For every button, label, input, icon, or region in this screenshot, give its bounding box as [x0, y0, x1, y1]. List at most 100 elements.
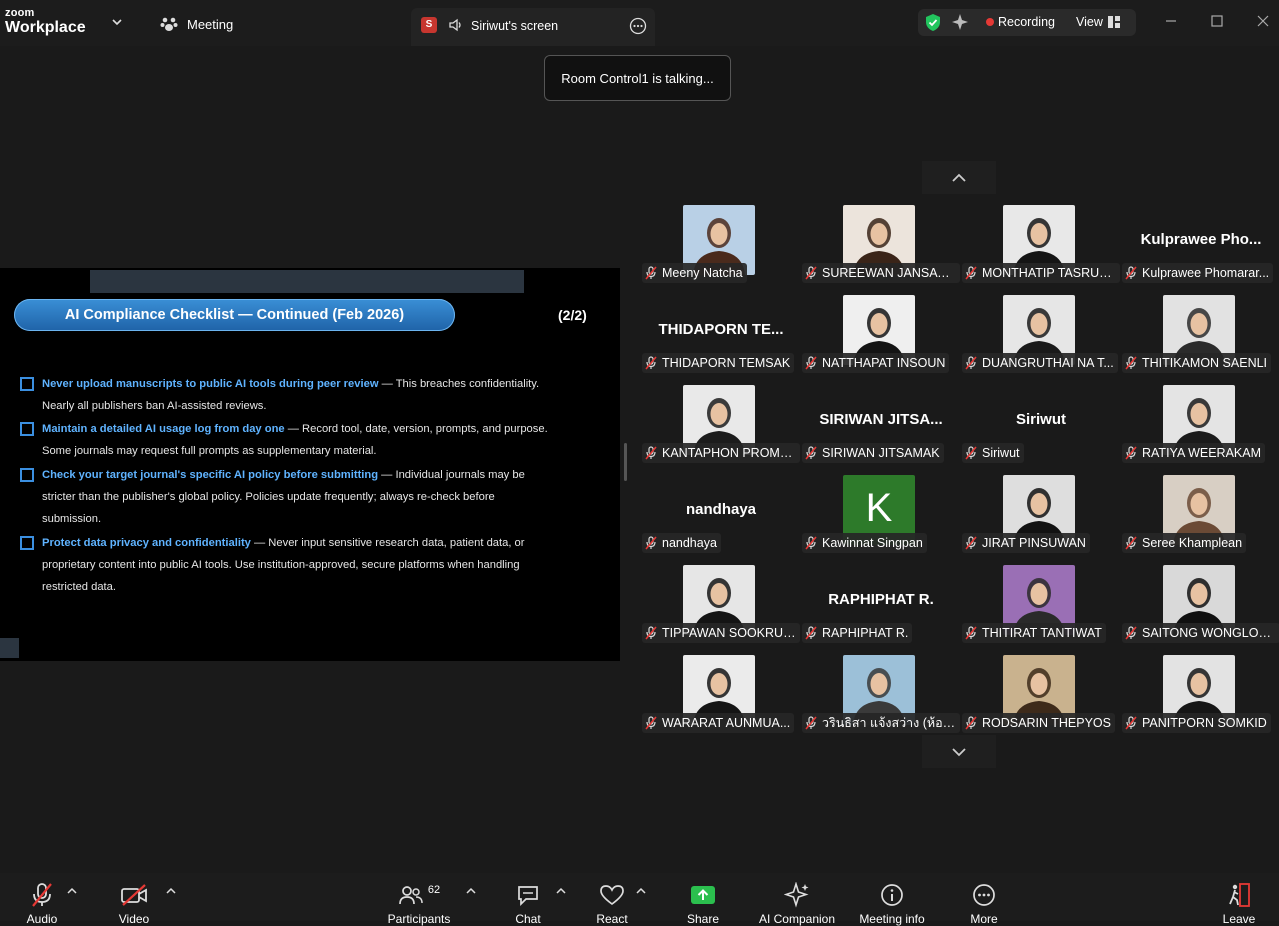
participant-tile[interactable]: THIDAPORN TE... THIDAPORN TEMSAK	[642, 295, 800, 377]
mic-muted-icon	[645, 536, 657, 550]
close-icon[interactable]	[1256, 14, 1270, 28]
chevron-down-icon[interactable]	[110, 15, 124, 29]
view-button[interactable]: View	[1076, 15, 1103, 29]
more-icon	[973, 884, 995, 906]
audio-label: Audio	[26, 912, 58, 926]
participant-tile[interactable]: MONTHATIP TASRUK...	[962, 205, 1120, 287]
participant-name-tag: THITIKAMON SAENLI	[1122, 353, 1272, 373]
participant-name-tag: PANITPORN SOMKID	[1122, 713, 1271, 733]
participant-name: NATTHAPAT INSOUN	[822, 356, 946, 370]
item-text: restricted data.	[42, 581, 116, 593]
participant-name: Kulprawee Phomarar...	[1142, 266, 1270, 280]
participant-name-tag: Siriwut	[962, 443, 1024, 463]
participant-name: THITIRAT TANTIWAT	[982, 626, 1102, 640]
share-button[interactable]: Share	[683, 881, 723, 926]
participant-tile[interactable]: THITIKAMON SAENLI	[1122, 295, 1279, 377]
participant-name-tag: SAITONG WONGLOD...	[1122, 623, 1279, 643]
participant-tile[interactable]: SIRIWAN JITSA... SIRIWAN JITSAMAK	[802, 385, 960, 467]
chevron-up-icon[interactable]	[466, 887, 476, 895]
maximize-icon[interactable]	[1210, 14, 1224, 28]
participant-name: nandhaya	[662, 536, 717, 550]
item-text: Nearly all publishers ban AI-assisted re…	[42, 400, 267, 412]
status-group: Recording View	[918, 9, 1136, 36]
video-button[interactable]: Video	[114, 881, 154, 926]
participant-tile[interactable]: PANITPORN SOMKID	[1122, 655, 1279, 737]
view-grid-icon[interactable]	[1108, 16, 1120, 28]
mic-muted-icon	[32, 883, 52, 907]
minimize-icon[interactable]	[1164, 14, 1178, 28]
audio-button[interactable]: Audio	[22, 881, 62, 926]
item-text: — Never input sensitive research data, p…	[250, 537, 525, 549]
chevron-up-icon[interactable]	[67, 887, 77, 895]
participant-tile[interactable]: nandhaya nandhaya	[642, 475, 800, 557]
mic-muted-icon	[805, 536, 817, 550]
participant-name-tag: SIRIWAN JITSAMAK	[802, 443, 944, 463]
checkbox-icon	[20, 377, 34, 391]
participant-display-name: Siriwut	[1015, 411, 1066, 428]
participant-tile[interactable]: JIRAT PINSUWAN	[962, 475, 1120, 557]
slide-title: AI Compliance Checklist — Continued (Feb…	[14, 299, 455, 331]
chat-icon	[518, 886, 538, 907]
shield-check-icon[interactable]	[924, 13, 942, 32]
participant-tile[interactable]: RODSARIN THEPYOS	[962, 655, 1120, 737]
participant-name-tag: SUREEWAN JANSAW...	[802, 263, 960, 283]
participant-tile[interactable]: NATTHAPAT INSOUN	[802, 295, 960, 377]
shared-screen[interactable]: AI Compliance Checklist — Continued (Feb…	[0, 268, 620, 661]
recording-label[interactable]: Recording	[998, 15, 1055, 29]
participant-tile[interactable]: Meeny Natcha	[642, 205, 800, 287]
participant-name-tag: Kulprawee Phomarar...	[1122, 263, 1274, 283]
participant-tile[interactable]: RATIYA WEERAKAM	[1122, 385, 1279, 467]
leave-label: Leave	[1222, 912, 1256, 926]
tab-shared-screen[interactable]: S Siriwut's screen	[411, 8, 655, 46]
mic-muted-icon	[1125, 446, 1137, 460]
mic-muted-icon	[805, 356, 817, 370]
participant-tile[interactable]: RAPHIPHAT R. RAPHIPHAT R.	[802, 565, 960, 647]
ai-sparkle-icon[interactable]	[951, 13, 969, 31]
participant-tile[interactable]: SUREEWAN JANSAW...	[802, 205, 960, 287]
participant-name: Seree Khamplean	[1142, 536, 1243, 550]
participant-tile[interactable]: THITIRAT TANTIWAT	[962, 565, 1120, 647]
participant-tile[interactable]: Seree Khamplean	[1122, 475, 1279, 557]
participant-tile[interactable]: Siriwut Siriwut	[962, 385, 1120, 467]
chevron-up-icon[interactable]	[636, 887, 646, 895]
checkbox-icon	[20, 536, 34, 550]
mic-muted-icon	[805, 626, 817, 640]
item-heading: Protect data privacy and confidentiality	[42, 537, 251, 549]
participant-display-name: Kulprawee Pho...	[1140, 231, 1262, 248]
gallery-prev-button[interactable]	[922, 161, 996, 194]
participant-tile[interactable]: SAITONG WONGLOD...	[1122, 565, 1279, 647]
participant-tile[interactable]: K Kawinnat Singpan	[802, 475, 960, 557]
item-heading: Never upload manuscripts to public AI to…	[42, 378, 379, 390]
chat-button[interactable]: Chat	[508, 881, 548, 926]
participant-tile[interactable]: KANTAPHON PROMK...	[642, 385, 800, 467]
participant-tile[interactable]: Kulprawee Pho... Kulprawee Phomarar...	[1122, 205, 1279, 287]
ai-companion-button[interactable]: AI Companion	[757, 881, 837, 926]
resize-handle[interactable]	[624, 443, 627, 481]
gallery-next-button[interactable]	[922, 735, 996, 768]
meeting-info-button[interactable]: Meeting info	[857, 881, 927, 926]
more-options-icon[interactable]	[629, 17, 647, 35]
participant-name-tag: NATTHAPAT INSOUN	[802, 353, 950, 373]
checklist-item: Check your target journal's specific AI …	[20, 464, 595, 530]
chevron-up-icon[interactable]	[166, 887, 176, 895]
mic-muted-icon	[645, 446, 657, 460]
mic-muted-icon	[965, 716, 977, 730]
participant-name: RODSARIN THEPYOS	[982, 716, 1111, 730]
participant-tile[interactable]: WARARAT AUNMUA...	[642, 655, 800, 737]
participants-button[interactable]: 62 Participants	[384, 881, 454, 926]
react-button[interactable]: React	[592, 881, 632, 926]
leave-button[interactable]: Leave	[1219, 881, 1259, 926]
item-text: Some journals may request full prompts a…	[42, 445, 377, 457]
chevron-up-icon[interactable]	[556, 887, 566, 895]
participant-tile[interactable]: วรินธิสา แจ้งสว่าง (ห้องส...	[802, 655, 960, 737]
ai-companion-label: AI Companion	[758, 912, 836, 926]
participant-tile[interactable]: DUANGRUTHAI NA T...	[962, 295, 1120, 377]
meeting-info-label: Meeting info	[859, 912, 925, 926]
item-heading: Check your target journal's specific AI …	[42, 469, 379, 481]
participant-name-tag: RATIYA WEERAKAM	[1122, 443, 1266, 463]
participant-tile[interactable]: TIPPAWAN SOOKRUAY	[642, 565, 800, 647]
more-button[interactable]: More	[964, 881, 1004, 926]
item-text: submission.	[42, 513, 102, 525]
tab-meeting[interactable]: Meeting	[160, 16, 233, 32]
video-off-icon	[121, 884, 147, 906]
